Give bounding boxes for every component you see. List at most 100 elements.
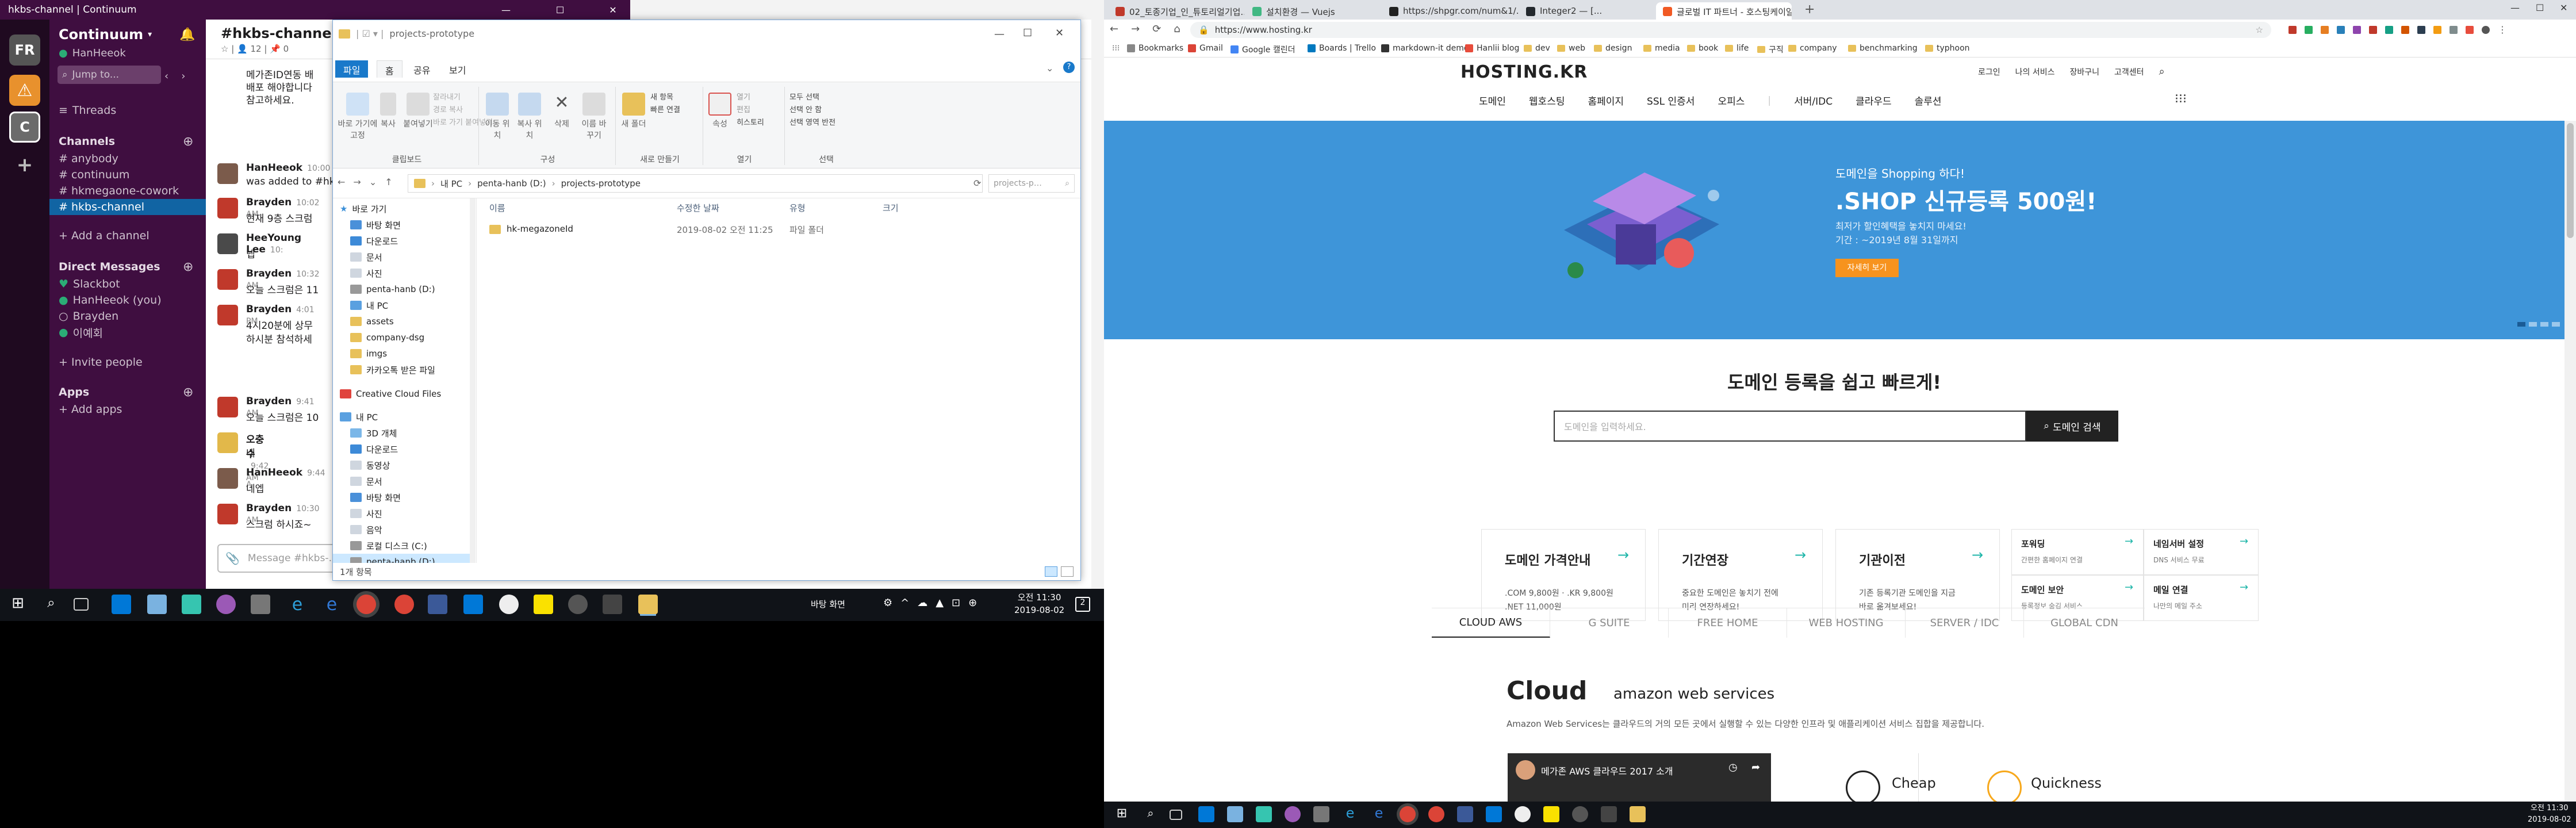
- nav-item[interactable]: 다운로드: [350, 233, 398, 249]
- cart-link[interactable]: 장바구니: [2070, 66, 2100, 78]
- bookmark-folder[interactable]: benchmarking: [1848, 44, 1918, 53]
- page-scrollbar[interactable]: [2564, 121, 2576, 811]
- jump-to-button[interactable]: ⌕ Jump to...: [57, 66, 161, 84]
- bookmark-folder[interactable]: 구직: [1757, 44, 1784, 55]
- carousel-dot[interactable]: [2529, 322, 2537, 327]
- nav-solution[interactable]: 솔루션: [1915, 93, 1942, 108]
- file-explorer-icon[interactable]: [638, 595, 658, 614]
- nav-item[interactable]: company-dsg: [350, 329, 424, 346]
- channel-item[interactable]: # hkmegaone-cowork: [59, 183, 179, 199]
- properties-button[interactable]: 속성: [707, 93, 733, 129]
- task-view-icon[interactable]: [1170, 810, 1182, 820]
- nav-item[interactable]: ★ 바로 가기: [340, 201, 386, 217]
- login-link[interactable]: 로그인: [1978, 66, 2000, 78]
- new-item-button[interactable]: 새 항목: [650, 91, 680, 104]
- nav-item[interactable]: 사진: [350, 505, 382, 522]
- move-to-button[interactable]: 이동 위치: [482, 93, 512, 141]
- nav-item[interactable]: 바탕 화면: [350, 217, 401, 233]
- share-icon[interactable]: ➦: [1751, 761, 1760, 773]
- bookmark-folder[interactable]: company: [1788, 44, 1837, 53]
- new-folder-button[interactable]: 새 폴더: [619, 93, 648, 129]
- maximize-icon[interactable]: ☐: [2536, 2, 2544, 13]
- star-icon[interactable]: ☆: [2256, 25, 2263, 35]
- app-icon[interactable]: [251, 595, 270, 614]
- nav-item[interactable]: 동영상: [350, 457, 390, 473]
- details-view-icon[interactable]: [1045, 566, 1057, 577]
- clock[interactable]: 오전 11:30 2019-08-02: [1014, 591, 1064, 616]
- maximize-icon[interactable]: ☐: [1023, 27, 1032, 39]
- channel-item[interactable]: # continuum: [59, 167, 129, 183]
- task-view-icon[interactable]: [74, 598, 89, 611]
- notification-icon[interactable]: 2: [1075, 597, 1090, 612]
- app-icon[interactable]: [1198, 806, 1214, 822]
- bookmark-folder[interactable]: dev: [1524, 44, 1550, 53]
- user-status[interactable]: ● HanHeeok: [59, 45, 126, 61]
- support-link[interactable]: 고객센터: [2114, 66, 2144, 78]
- quick-access-toolbar[interactable]: | ☑ ▾ |: [356, 28, 384, 39]
- tab-free-home[interactable]: FREE HOME: [1669, 608, 1787, 638]
- invert-selection-button[interactable]: 선택 영역 반전: [789, 117, 835, 129]
- add-app-icon[interactable]: ⊕: [183, 384, 193, 400]
- ie-icon[interactable]: e: [322, 595, 342, 615]
- nav-item[interactable]: imgs: [350, 346, 387, 362]
- windows-start-icon[interactable]: ⊞: [8, 595, 28, 614]
- workspace-warning-icon[interactable]: ⚠: [9, 75, 40, 106]
- column-type[interactable]: 유형: [789, 202, 806, 214]
- chrome-icon[interactable]: [356, 595, 376, 614]
- search-input[interactable]: projects-p… ⌕: [988, 174, 1075, 193]
- chevron-down-icon[interactable]: ⌄: [1046, 63, 1053, 74]
- system-tray[interactable]: ⚙^☁▲⊡⊕: [883, 597, 985, 609]
- nav-item[interactable]: 사진: [350, 265, 382, 281]
- open-button[interactable]: 열기: [737, 91, 764, 104]
- app-icon[interactable]: [112, 595, 131, 614]
- app-icon[interactable]: [216, 595, 236, 614]
- app-icon[interactable]: [1285, 806, 1301, 822]
- column-name[interactable]: 이름: [489, 202, 505, 214]
- delete-button[interactable]: ✕ 삭제: [547, 93, 577, 129]
- tab-g-suite[interactable]: G SUITE: [1550, 608, 1669, 638]
- breadcrumb-item[interactable]: penta-hanb (D:): [477, 178, 546, 189]
- nav-item[interactable]: 3D 개체: [350, 425, 397, 441]
- minimize-icon[interactable]: —: [2510, 2, 2520, 13]
- tab-share[interactable]: 공유: [405, 60, 438, 78]
- nav-ssl[interactable]: SSL 인증서: [1647, 93, 1695, 108]
- nav-item[interactable]: 내 PC: [350, 297, 388, 313]
- avatar[interactable]: [217, 397, 238, 417]
- back-icon[interactable]: ←: [338, 177, 345, 187]
- bookmark[interactable]: markdown-it demo: [1381, 44, 1469, 53]
- select-all-button[interactable]: 모두 선택: [789, 91, 835, 104]
- close-icon[interactable]: ✕: [2560, 2, 2567, 13]
- domain-search-button[interactable]: ⌕ 도메인 검색: [2026, 411, 2118, 442]
- copy-to-button[interactable]: 복사 위치: [515, 93, 545, 141]
- bookmark[interactable]: Google 캘린더: [1230, 44, 1295, 55]
- nav-cloud[interactable]: 클라우드: [1856, 93, 1892, 108]
- carousel-dot[interactable]: [2517, 322, 2525, 327]
- grid-menu-icon[interactable]: ⁝⁝⁝: [2175, 92, 2187, 106]
- add-workspace-icon[interactable]: +: [9, 150, 40, 181]
- avatar[interactable]: [217, 269, 238, 290]
- card-domain-price[interactable]: 도메인 가격안내 → .COM 9,800원 · .KR 9,800원 .NET…: [1481, 529, 1646, 621]
- channel-item[interactable]: # anybody: [59, 151, 118, 167]
- threads-item[interactable]: ≡ Threads: [59, 102, 116, 118]
- paste-button[interactable]: 붙여넣기: [402, 93, 434, 129]
- extension-icon[interactable]: [2337, 25, 2345, 34]
- workspace-continuum[interactable]: C: [9, 112, 40, 143]
- edge-icon[interactable]: e: [1342, 805, 1358, 821]
- chrome-icon[interactable]: [1400, 806, 1416, 822]
- extension-icon[interactable]: [2288, 25, 2297, 34]
- app-icon[interactable]: [1256, 806, 1272, 822]
- app-icon[interactable]: [182, 595, 201, 614]
- kakaotalk-icon[interactable]: [1543, 806, 1559, 822]
- large-icons-view-icon[interactable]: [1061, 566, 1074, 577]
- browser-tab[interactable]: Integer2 — [...: [1519, 2, 1655, 20]
- browser-tab[interactable]: 02_토종기업_인_튜토리얼기업...: [1109, 2, 1244, 20]
- extension-icon[interactable]: [2353, 25, 2361, 34]
- app-icon[interactable]: [1227, 806, 1243, 822]
- hero-detail-button[interactable]: 자세히 보기: [1835, 259, 1899, 277]
- browser-tab-active[interactable]: 글로벌 IT 파트너 - 호스팅케이알: [1656, 2, 1792, 20]
- dm-item[interactable]: ● HanHeeok (you): [59, 292, 162, 308]
- profile-icon[interactable]: [2482, 25, 2490, 34]
- bookmark-folder[interactable]: life: [1725, 44, 1749, 53]
- nav-item[interactable]: 카카오톡 받은 파일: [350, 362, 435, 378]
- nav-item[interactable]: 문서: [350, 473, 382, 489]
